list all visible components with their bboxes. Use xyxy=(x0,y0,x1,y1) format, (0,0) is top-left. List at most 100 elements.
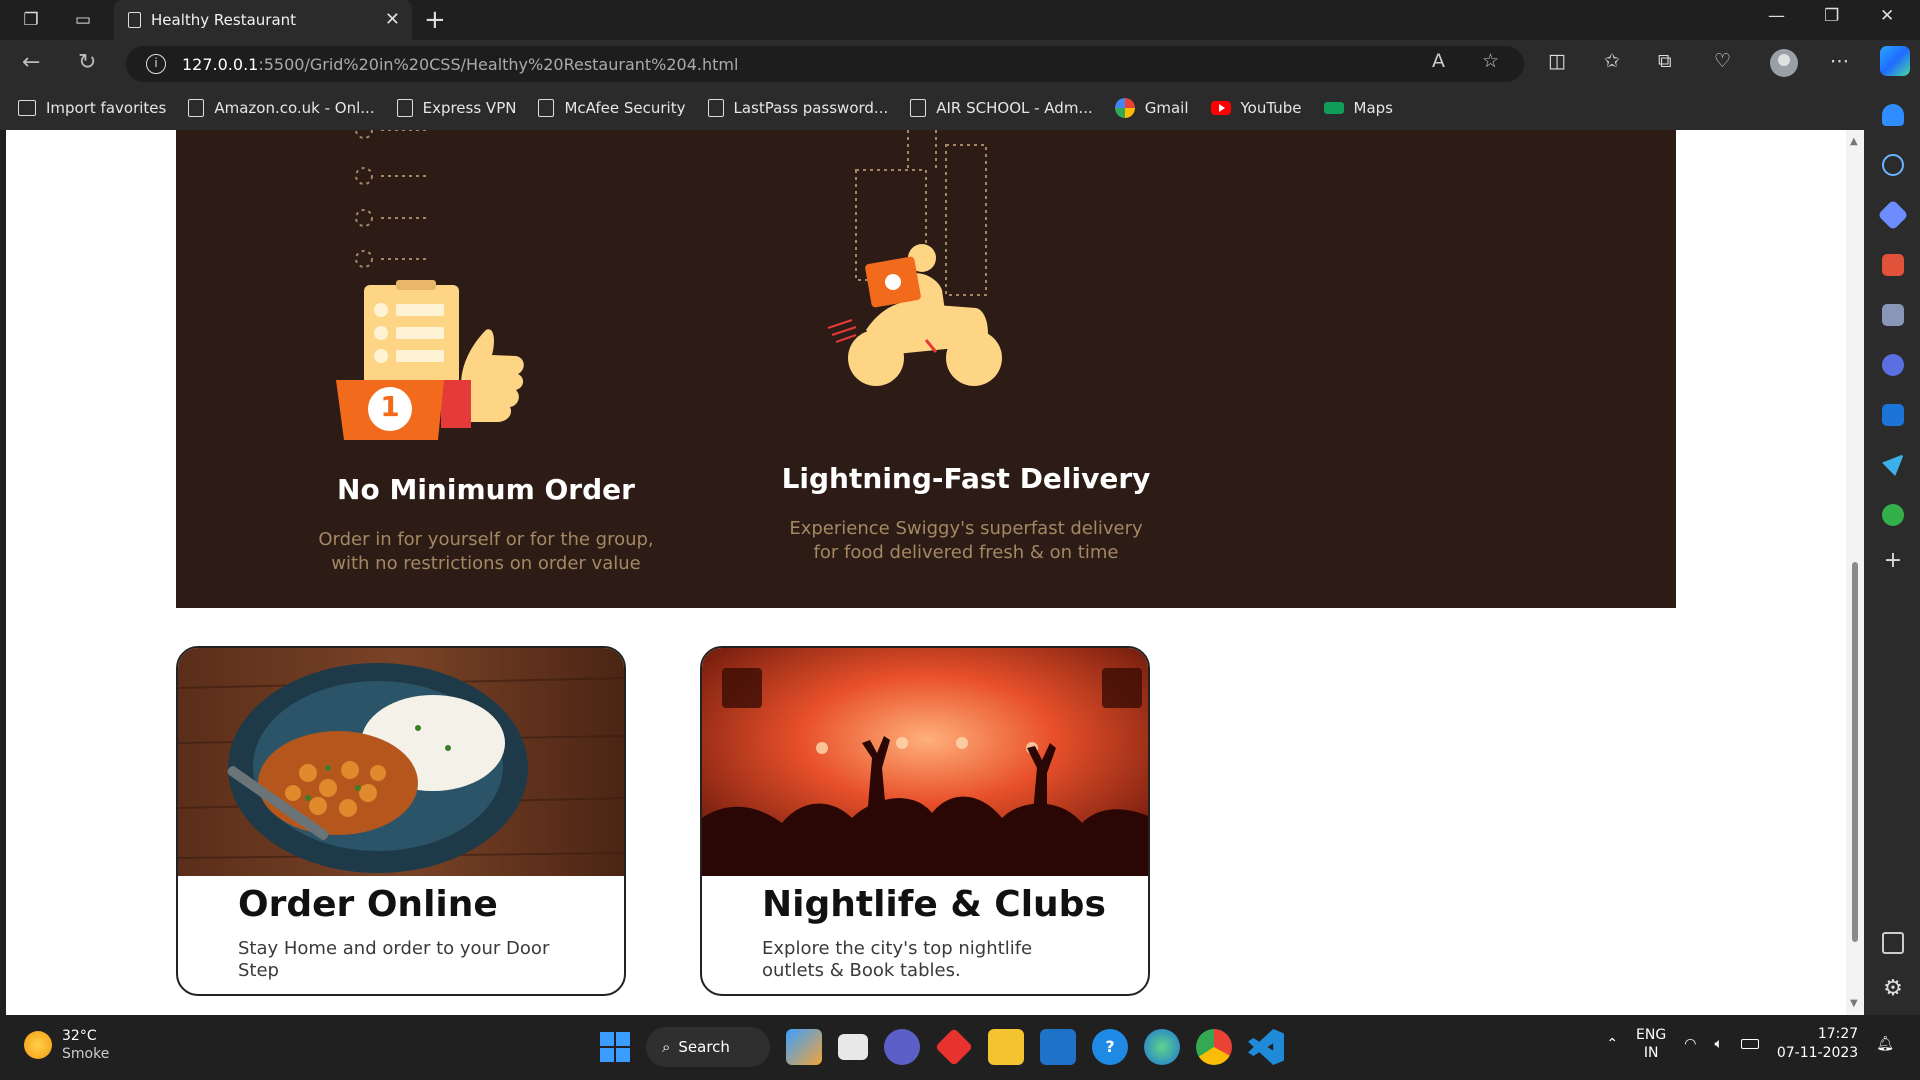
help-icon[interactable]: ? xyxy=(1092,1029,1128,1065)
settings-gear-icon[interactable]: ⚙ xyxy=(1882,978,1904,1000)
battery-icon[interactable] xyxy=(1740,1039,1759,1049)
weather-condition: Smoke xyxy=(62,1046,110,1062)
anydesk-icon[interactable] xyxy=(934,1027,974,1067)
copilot-icon[interactable] xyxy=(1880,46,1910,76)
favorite-label: Amazon.co.uk - Onl... xyxy=(214,99,375,117)
favorites-bar: Import favorites Amazon.co.uk - Onl... E… xyxy=(0,88,1920,128)
info-icon[interactable]: i xyxy=(146,54,166,74)
split-screen-icon[interactable]: ◫ xyxy=(1548,50,1566,72)
page-scrollbar[interactable]: ▲ ▼ xyxy=(1846,130,1864,1015)
favorite-gmail[interactable]: Gmail xyxy=(1114,98,1189,118)
scroll-down-arrow-icon[interactable]: ▼ xyxy=(1850,998,1858,1009)
favorite-air-school[interactable]: AIR SCHOOL - Adm... xyxy=(910,99,1093,117)
favorite-maps[interactable]: Maps xyxy=(1323,99,1393,117)
feature-no-minimum-order: No Minimum Order Order in for yourself o… xyxy=(246,473,726,576)
favorite-amazon[interactable]: Amazon.co.uk - Onl... xyxy=(188,99,375,117)
scroll-thumb[interactable] xyxy=(1852,562,1858,942)
favorite-label: McAfee Security xyxy=(564,99,686,117)
profile-avatar[interactable] xyxy=(1770,49,1798,77)
date: 07-11-2023 xyxy=(1776,1045,1859,1061)
page-viewport[interactable]: 1 No Minimum Order Order in for yourself… xyxy=(6,130,1853,1015)
card-description: Explore the city's top nightlife outlets… xyxy=(762,938,1033,981)
new-tab-icon[interactable]: + xyxy=(424,5,446,35)
favorite-label: LastPass password... xyxy=(733,99,889,117)
close-window-icon[interactable]: ✕ xyxy=(1880,6,1894,26)
send-icon[interactable] xyxy=(1882,454,1904,476)
task-view-icon[interactable] xyxy=(838,1034,868,1060)
favorite-label: Gmail xyxy=(1144,99,1189,117)
favorite-lastpass[interactable]: LastPass password... xyxy=(707,99,889,117)
tab-healthy-restaurant[interactable]: Healthy Restaurant ✕ xyxy=(114,0,412,40)
system-tray: ⌃ ENG IN ◠ 🔈︎ 17:27 07-11-2023 🔔︎ xyxy=(1606,1025,1894,1063)
tab-bar: ❐ ▭ Healthy Restaurant ✕ + — ❐ ✕ xyxy=(0,0,1920,40)
favorite-import[interactable]: Import favorites xyxy=(18,99,166,117)
windows-taskbar: 32°C Smoke ⌕ Search ? ⌃ ENG IN ◠ 🔈︎ 17:2… xyxy=(0,1015,1920,1080)
search-icon[interactable] xyxy=(1882,154,1904,176)
outlook-icon[interactable] xyxy=(1882,404,1904,426)
taskbar-search[interactable]: ⌕ Search xyxy=(646,1027,770,1067)
weather-widget[interactable]: 32°C Smoke xyxy=(24,1027,109,1063)
notifications-bell-icon[interactable]: 🔔︎ xyxy=(1876,1036,1894,1052)
tab-actions-icon[interactable]: ▭ xyxy=(72,9,94,31)
region: IN xyxy=(1643,1045,1659,1061)
add-icon[interactable]: + xyxy=(1882,550,1904,572)
chrome-icon[interactable] xyxy=(1196,1029,1232,1065)
wifi-icon[interactable]: ◠ xyxy=(1684,1036,1696,1052)
microsoft-365-icon[interactable] xyxy=(1882,354,1904,376)
feature-description-line: for food delivered fresh & on time xyxy=(813,542,1119,563)
read-aloud-icon[interactable]: A xyxy=(1432,50,1445,72)
scroll-up-arrow-icon[interactable]: ▲ xyxy=(1850,136,1858,147)
more-menu-icon[interactable]: ⋯ xyxy=(1830,50,1849,72)
page-icon xyxy=(128,12,141,28)
edge-sidebar: + ⚙ xyxy=(1864,88,1920,1015)
card-nightlife-clubs[interactable]: Nightlife & Clubs Explore the city's top… xyxy=(700,646,1150,996)
clock[interactable]: 17:27 07-11-2023 xyxy=(1777,1025,1858,1063)
vscode-icon[interactable] xyxy=(1248,1029,1284,1065)
import-icon xyxy=(18,100,36,116)
tools-icon[interactable] xyxy=(1882,254,1904,276)
edge-browser-icon[interactable] xyxy=(1144,1029,1180,1065)
chevron-up-icon[interactable]: ⌃ xyxy=(1606,1036,1618,1052)
minimize-icon[interactable]: — xyxy=(1768,6,1785,26)
feature-description-line: Order in for yourself or for the group, xyxy=(318,529,654,550)
volume-icon[interactable]: 🔈︎ xyxy=(1714,1036,1722,1052)
teams-chat-icon[interactable] xyxy=(884,1029,920,1065)
games-icon[interactable] xyxy=(1882,304,1904,326)
language: ENG xyxy=(1636,1027,1667,1043)
microsoft-store-icon[interactable] xyxy=(1040,1029,1076,1065)
card-title: Nightlife & Clubs xyxy=(762,884,1106,925)
favorite-star-icon[interactable]: ☆ xyxy=(1482,50,1499,72)
back-icon[interactable]: ← xyxy=(22,50,40,75)
feature-fast-delivery: Lightning-Fast Delivery Experience Swigg… xyxy=(726,462,1206,565)
tree-icon[interactable] xyxy=(1882,504,1904,526)
favorite-youtube[interactable]: YouTube xyxy=(1210,99,1302,117)
maps-icon xyxy=(1323,102,1344,114)
close-tab-icon[interactable]: ✕ xyxy=(385,9,400,30)
file-explorer-icon[interactable] xyxy=(988,1029,1024,1065)
card-order-online[interactable]: Order Online Stay Home and order to your… xyxy=(176,646,626,996)
favorite-label: Maps xyxy=(1353,99,1393,117)
favorite-mcafee[interactable]: McAfee Security xyxy=(538,99,686,117)
youtube-icon xyxy=(1210,101,1231,115)
copilot-app-icon[interactable] xyxy=(786,1029,822,1065)
sidebar-toggle-icon[interactable] xyxy=(1882,932,1904,954)
restore-icon[interactable]: ❐ xyxy=(1824,6,1839,26)
shopping-tag-icon[interactable] xyxy=(1877,199,1909,231)
nightclub-crowd-image xyxy=(702,648,1148,876)
refresh-icon[interactable]: ↻ xyxy=(78,50,96,75)
language-indicator[interactable]: ENG IN xyxy=(1636,1026,1666,1062)
address-bar[interactable]: i 127.0.0.1:5500/Grid%20in%20CSS/Healthy… xyxy=(126,46,1524,82)
workspaces-icon[interactable]: ❐ xyxy=(20,9,42,31)
page-icon xyxy=(396,99,413,117)
browser-essentials-icon[interactable]: ♡ xyxy=(1714,50,1731,72)
taskbar-apps: ⌕ Search ? xyxy=(600,1025,1284,1069)
url-path: :5500/Grid%20in%20CSS/Healthy%20Restaura… xyxy=(258,54,739,74)
notification-bell-icon[interactable] xyxy=(1882,104,1904,126)
favorites-icon[interactable]: ✩ xyxy=(1604,50,1620,72)
collections-icon[interactable]: ⧉ xyxy=(1658,50,1672,72)
browser-chrome: ❐ ▭ Healthy Restaurant ✕ + — ❐ ✕ ← ↻ i 1… xyxy=(0,0,1920,130)
feature-title: Lightning-Fast Delivery xyxy=(781,462,1151,495)
order-badge-number: 1 xyxy=(380,390,400,423)
start-button-icon[interactable] xyxy=(600,1032,630,1062)
favorite-expressvpn[interactable]: Express VPN xyxy=(396,99,516,117)
